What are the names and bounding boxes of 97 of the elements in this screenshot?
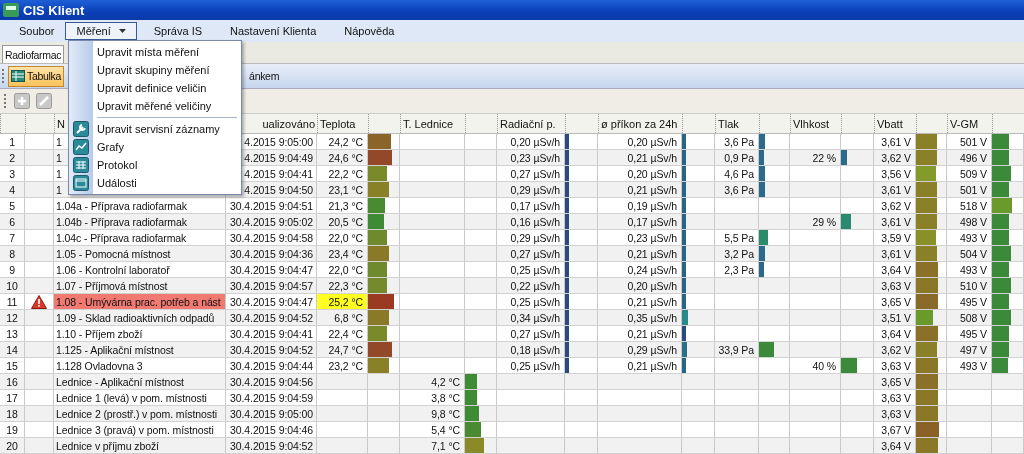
timestamp: 30.4.2015 9:04:47: [230, 263, 313, 276]
column-header[interactable]: ualizováno: [262, 117, 315, 130]
timestamp: 4.2015 9:04:50: [244, 183, 313, 196]
row-number: 13: [0, 326, 25, 341]
row-number: 12: [0, 310, 25, 325]
row-number: 16: [0, 374, 25, 389]
room-name: 1.04b - Příprava radiofarmak: [56, 215, 187, 228]
menu-entry[interactable]: Protokol: [93, 156, 241, 174]
menu-item[interactable]: Nastavení Klienta: [219, 22, 328, 40]
window-title: CIS Klient: [23, 2, 85, 18]
pencil-icon[interactable]: [36, 93, 52, 109]
row-number: 9: [0, 262, 25, 277]
room-name: 1: [56, 135, 62, 148]
timestamp: 30.4.2015 9:04:56: [230, 375, 313, 388]
room-name: Lednice 3 (pravá) v pom. místnosti: [56, 423, 214, 436]
timestamp: 30.4.2015 9:04:57: [230, 279, 313, 292]
row-number: 15: [0, 358, 25, 373]
column-header[interactable]: Vbatt: [877, 117, 903, 130]
chart-icon: [73, 139, 89, 155]
row-number: 5: [0, 198, 25, 213]
room-name: 1: [56, 167, 62, 180]
timestamp: 30.4.2015 9:04:44: [230, 359, 313, 372]
timestamp: 30.4.2015 9:04:52: [230, 439, 313, 452]
menu-item[interactable]: Správa IS: [142, 22, 214, 40]
row-number: 4: [0, 182, 25, 197]
menu-item[interactable]: Soubor: [8, 22, 66, 40]
caret-icon: [118, 29, 126, 33]
timestamp: 30.4.2015 9:04:58: [230, 231, 313, 244]
timestamp: 30.4.2015 9:04:47: [230, 295, 313, 308]
app-logo-icon: [3, 3, 19, 17]
timestamp: 4.2015 9:05:00: [244, 135, 313, 148]
column-header[interactable]: V-GM: [950, 117, 979, 130]
room-name: Lednice 1 (levá) v pom. místnosti: [56, 391, 207, 404]
column-header[interactable]: T. Lednice: [403, 117, 454, 130]
room-name: 1: [56, 183, 62, 196]
row-number: 6: [0, 214, 25, 229]
room-name: 1: [56, 151, 62, 164]
timestamp: 30.4.2015 9:04:46: [230, 423, 313, 436]
column-header[interactable]: ø příkon za 24h: [601, 117, 678, 130]
menu-entry[interactable]: Upravit místa měření: [93, 43, 241, 61]
menu-entry[interactable]: Grafy: [93, 138, 241, 156]
room-name: 1.06 - Kontrolní laboratoř: [56, 263, 170, 276]
room-name: 1.05 - Pomocná místnost: [56, 247, 171, 260]
tab[interactable]: Radiofarmac: [2, 45, 65, 63]
room-name: 1.07 - Příjmová místnost: [56, 279, 168, 292]
room-name: 1.08 - Umývárna prac. potřeb a nást: [56, 295, 221, 308]
row-number: 18: [0, 406, 25, 421]
timestamp: 30.4.2015 9:04:59: [230, 391, 313, 404]
table-icon: [11, 70, 25, 82]
menu-entry[interactable]: Upravit definice veličin: [93, 79, 241, 97]
row-number: 11: [0, 294, 25, 309]
row-number: 14: [0, 342, 25, 357]
room-name: 1.125 - Aplikační místnost: [56, 343, 174, 356]
menu-entry[interactable]: Upravit servisní záznamy: [93, 120, 241, 138]
timestamp: 4.2015 9:04:41: [244, 167, 313, 180]
row-number: 2: [0, 150, 25, 165]
row-number: 17: [0, 390, 25, 405]
room-name: Lednice 2 (prostř.) v pom. místnosti: [56, 407, 217, 420]
timestamp: 30.4.2015 9:04:51: [230, 199, 313, 212]
menu-item[interactable]: Nápověda: [333, 22, 406, 40]
room-name: Lednice v příjmu zboží: [56, 439, 159, 452]
row-number: 7: [0, 230, 25, 245]
column-header[interactable]: Radiační p.: [500, 117, 556, 130]
column-header[interactable]: Vlhkost: [793, 117, 830, 130]
row-number: 20: [0, 438, 25, 453]
row-number: 3: [0, 166, 25, 181]
room-name: 1.04c - Příprava radiofarmak: [56, 231, 187, 244]
room-name: 1.04a - Příprava radiofarmak: [56, 199, 187, 212]
row-number: 10: [0, 278, 25, 293]
timestamp: 30.4.2015 9:04:41: [230, 327, 313, 340]
row-number: 19: [0, 422, 25, 437]
room-name: Lednice - Aplikační místnost: [56, 375, 184, 388]
column-header[interactable]: Teplota: [320, 117, 356, 130]
room-name: 1.128 Ovladovna 3: [56, 359, 143, 372]
view-button[interactable]: Tabulka: [8, 65, 65, 87]
calendar-icon: [73, 175, 89, 191]
table-icon: [73, 157, 89, 173]
row-number: 1: [0, 134, 25, 149]
timestamp: 30.4.2015 9:04:52: [230, 311, 313, 324]
menu-entry[interactable]: Upravit měřené veličiny: [93, 97, 241, 115]
timestamp: 30.4.2015 9:05:02: [230, 215, 313, 228]
room-name: 1.09 - Sklad radioaktivních odpadů: [56, 311, 215, 324]
wrench-icon: [73, 121, 89, 137]
add-icon[interactable]: [14, 93, 30, 109]
room-name: 1.10 - Příjem zboží: [56, 327, 143, 340]
row-number: 8: [0, 246, 25, 261]
timestamp: 30.4.2015 9:05:00: [230, 407, 313, 420]
timestamp: 4.2015 9:04:49: [244, 151, 313, 164]
column-header[interactable]: N: [57, 117, 65, 130]
timestamp: 30.4.2015 9:04:36: [230, 247, 313, 260]
menu-item[interactable]: Měření: [65, 22, 137, 40]
alert-value-cell: 25,2 °C: [317, 294, 368, 309]
timestamp: 30.4.2015 9:04:52: [230, 343, 313, 356]
menu-entry[interactable]: Události: [93, 174, 241, 192]
view-button[interactable]: ánkem: [246, 65, 283, 87]
menu-entry[interactable]: Upravit skupiny měření: [93, 61, 241, 79]
column-header[interactable]: Tlak: [718, 117, 739, 130]
